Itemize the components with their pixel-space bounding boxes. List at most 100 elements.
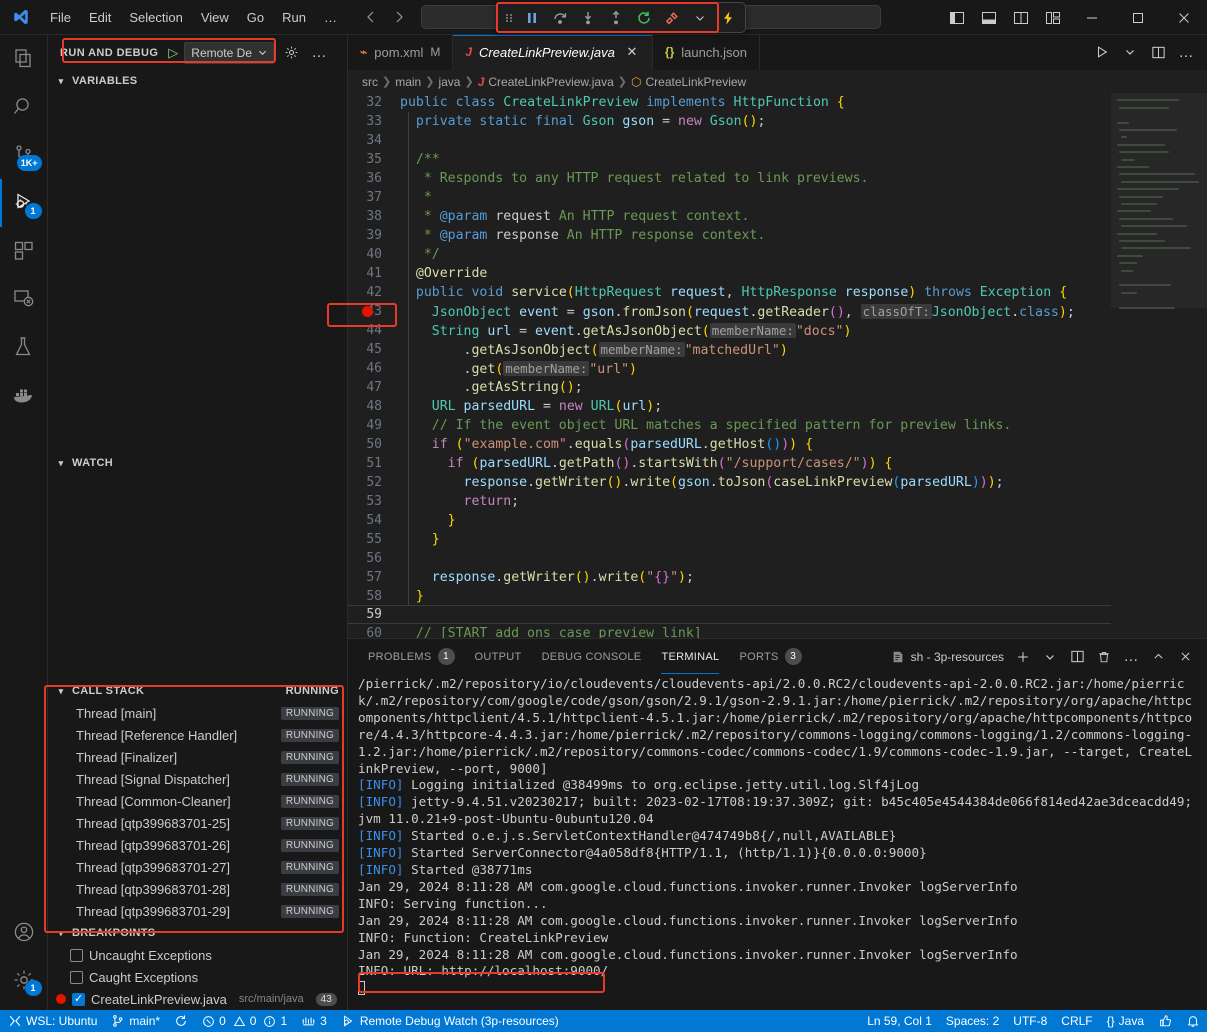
disconnect-icon[interactable] (659, 6, 685, 30)
minimap[interactable] (1111, 93, 1207, 638)
activity-accounts[interactable] (0, 908, 48, 956)
thread-row[interactable]: Thread [qtp399683701-29]RUNNING (48, 900, 347, 922)
call-stack-header[interactable]: ▾ CALL STACK Running (48, 680, 347, 702)
thread-row[interactable]: Thread [Reference Handler]RUNNING (48, 724, 347, 746)
activity-testing[interactable] (0, 323, 48, 371)
thread-row[interactable]: Thread [qtp399683701-25]RUNNING (48, 812, 347, 834)
code-line[interactable]: 46 .get(memberName:"url") (348, 359, 1111, 378)
customize-layout-icon[interactable] (1037, 0, 1069, 35)
code-line[interactable]: 57 response.getWriter().write("{}"); (348, 568, 1111, 587)
hot-reload-icon[interactable] (715, 6, 741, 30)
panel-more-actions-icon[interactable]: … (1119, 645, 1143, 669)
status-sync-changes[interactable] (167, 1010, 195, 1032)
code-line[interactable]: 52 response.getWriter().write(gson.toJso… (348, 473, 1111, 492)
activity-search[interactable] (0, 83, 48, 131)
status-git-branch[interactable]: main* (104, 1010, 167, 1032)
debug-toolbar-drag-handle[interactable] (501, 10, 517, 26)
breadcrumb-main[interactable]: main (395, 75, 421, 89)
variables-header[interactable]: ▾ VARIABLES (48, 70, 347, 92)
code-line[interactable]: 47 .getAsString(); (348, 378, 1111, 397)
code-line[interactable]: 38 * @param request An HTTP request cont… (348, 207, 1111, 226)
code-line[interactable]: 53 return; (348, 492, 1111, 511)
breakpoints-header[interactable]: ▾ BREAKPOINTS (48, 922, 347, 944)
code-line[interactable]: 34 (348, 131, 1111, 150)
toggle-panel-icon[interactable] (973, 0, 1005, 35)
activity-source-control[interactable]: 1K+ (0, 131, 48, 179)
code-line[interactable]: 41 @Override (348, 264, 1111, 283)
tab-debug-console[interactable]: DEBUG CONSOLE (532, 639, 652, 674)
menu-more[interactable]: … (316, 7, 345, 28)
menu-selection[interactable]: Selection (121, 7, 190, 28)
toggle-secondary-sidebar-icon[interactable] (1005, 0, 1037, 35)
maximize-panel-icon[interactable] (1146, 645, 1170, 669)
code-line[interactable]: 60 // [START add_ons_case_preview_link] (348, 624, 1111, 638)
tab-createlinkpreview-java[interactable]: J CreateLinkPreview.java ✕ (453, 35, 653, 70)
step-out-icon[interactable] (603, 6, 629, 30)
status-feedback[interactable] (1151, 1010, 1179, 1032)
code-line[interactable]: 55 } (348, 530, 1111, 549)
forward-arrow-icon[interactable] (387, 5, 411, 29)
split-terminal-icon[interactable] (1065, 645, 1089, 669)
kill-terminal-icon[interactable] (1092, 645, 1116, 669)
tab-output[interactable]: OUTPUT (465, 639, 532, 674)
tab-ports[interactable]: PORTS 3 (729, 639, 811, 674)
code-line[interactable]: 39 * @param response An HTTP response co… (348, 226, 1111, 245)
back-arrow-icon[interactable] (359, 5, 383, 29)
close-tab-icon[interactable]: ✕ (624, 44, 640, 60)
thread-row[interactable]: Thread [qtp399683701-27]RUNNING (48, 856, 347, 878)
breakpoint-row-file[interactable]: CreateLinkPreview.java src/main/java 43 (48, 988, 347, 1010)
menu-file[interactable]: File (42, 7, 79, 28)
split-editor-icon[interactable] (1145, 39, 1171, 65)
terminal-output[interactable]: /pierrick/.m2/repository/io/cloudevents/… (348, 674, 1207, 1010)
status-language-mode[interactable]: {} Java (1100, 1010, 1151, 1032)
code-line[interactable]: 45 .getAsJsonObject(memberName:"matchedU… (348, 340, 1111, 359)
maximize-button[interactable] (1115, 0, 1161, 35)
launch-config-dropdown[interactable]: Remote De (184, 42, 274, 64)
new-terminal-icon[interactable] (1011, 645, 1035, 669)
thread-row[interactable]: Thread [qtp399683701-26]RUNNING (48, 834, 347, 856)
close-window-button[interactable] (1161, 0, 1207, 35)
activity-manage-settings[interactable]: 1 (0, 956, 48, 1004)
editor-scrollbar[interactable] (1197, 93, 1207, 638)
tab-terminal[interactable]: TERMINAL (651, 639, 729, 674)
activity-remote-explorer[interactable] (0, 275, 48, 323)
status-indentation[interactable]: Spaces: 2 (939, 1010, 1006, 1032)
code-line[interactable]: 43 JsonObject event = gson.fromJson(requ… (348, 302, 1111, 321)
code-line[interactable]: 42 public void service(HttpRequest reque… (348, 283, 1111, 302)
toggle-primary-sidebar-icon[interactable] (941, 0, 973, 35)
code-line[interactable]: 37 * (348, 188, 1111, 207)
code-editor[interactable]: 32public class CreateLinkPreview impleme… (348, 93, 1207, 638)
status-debug-session[interactable]: Remote Debug Watch (3p-resources) (334, 1010, 566, 1032)
run-dropdown-icon[interactable] (1117, 39, 1143, 65)
status-remote-host[interactable]: WSL: Ubuntu (0, 1010, 104, 1032)
checkbox-icon[interactable] (70, 971, 83, 984)
menu-run[interactable]: Run (274, 7, 314, 28)
menu-go[interactable]: Go (239, 7, 272, 28)
step-into-icon[interactable] (575, 6, 601, 30)
breadcrumb-src[interactable]: src (362, 75, 378, 89)
code-line[interactable]: 44 String url = event.getAsJsonObject(me… (348, 321, 1111, 340)
editor-more-actions-icon[interactable]: … (1173, 39, 1199, 65)
minimap-slider[interactable] (1111, 93, 1207, 308)
thread-row[interactable]: Thread [Finalizer]RUNNING (48, 746, 347, 768)
code-line[interactable]: 35 /** (348, 150, 1111, 169)
pause-icon[interactable] (519, 6, 545, 30)
activity-run-and-debug[interactable]: 1 (0, 179, 48, 227)
tab-pom-xml[interactable]: ⌁ pom.xml M (348, 35, 453, 70)
breadcrumb-symbol[interactable]: CreateLinkPreview (645, 75, 746, 89)
thread-row[interactable]: Thread [main]RUNNING (48, 702, 347, 724)
code-line[interactable]: 48 URL parsedURL = new URL(url); (348, 397, 1111, 416)
checkbox-icon[interactable] (72, 993, 85, 1006)
menu-edit[interactable]: Edit (81, 7, 119, 28)
activity-explorer[interactable] (0, 35, 48, 83)
menu-view[interactable]: View (193, 7, 237, 28)
code-line[interactable]: 51 if (parsedURL.getPath().startsWith("/… (348, 454, 1111, 473)
breakpoint-row-caught-exceptions[interactable]: Caught Exceptions (48, 966, 347, 988)
code-line[interactable]: 58 } (348, 587, 1111, 606)
step-over-icon[interactable] (547, 6, 573, 30)
close-panel-icon[interactable] (1173, 645, 1197, 669)
status-line-endings[interactable]: CRLF (1054, 1010, 1099, 1032)
status-ports-forwarded[interactable]: 3 (294, 1010, 334, 1032)
code-line[interactable]: 32public class CreateLinkPreview impleme… (348, 93, 1111, 112)
debug-settings-gear-icon[interactable] (280, 42, 302, 64)
